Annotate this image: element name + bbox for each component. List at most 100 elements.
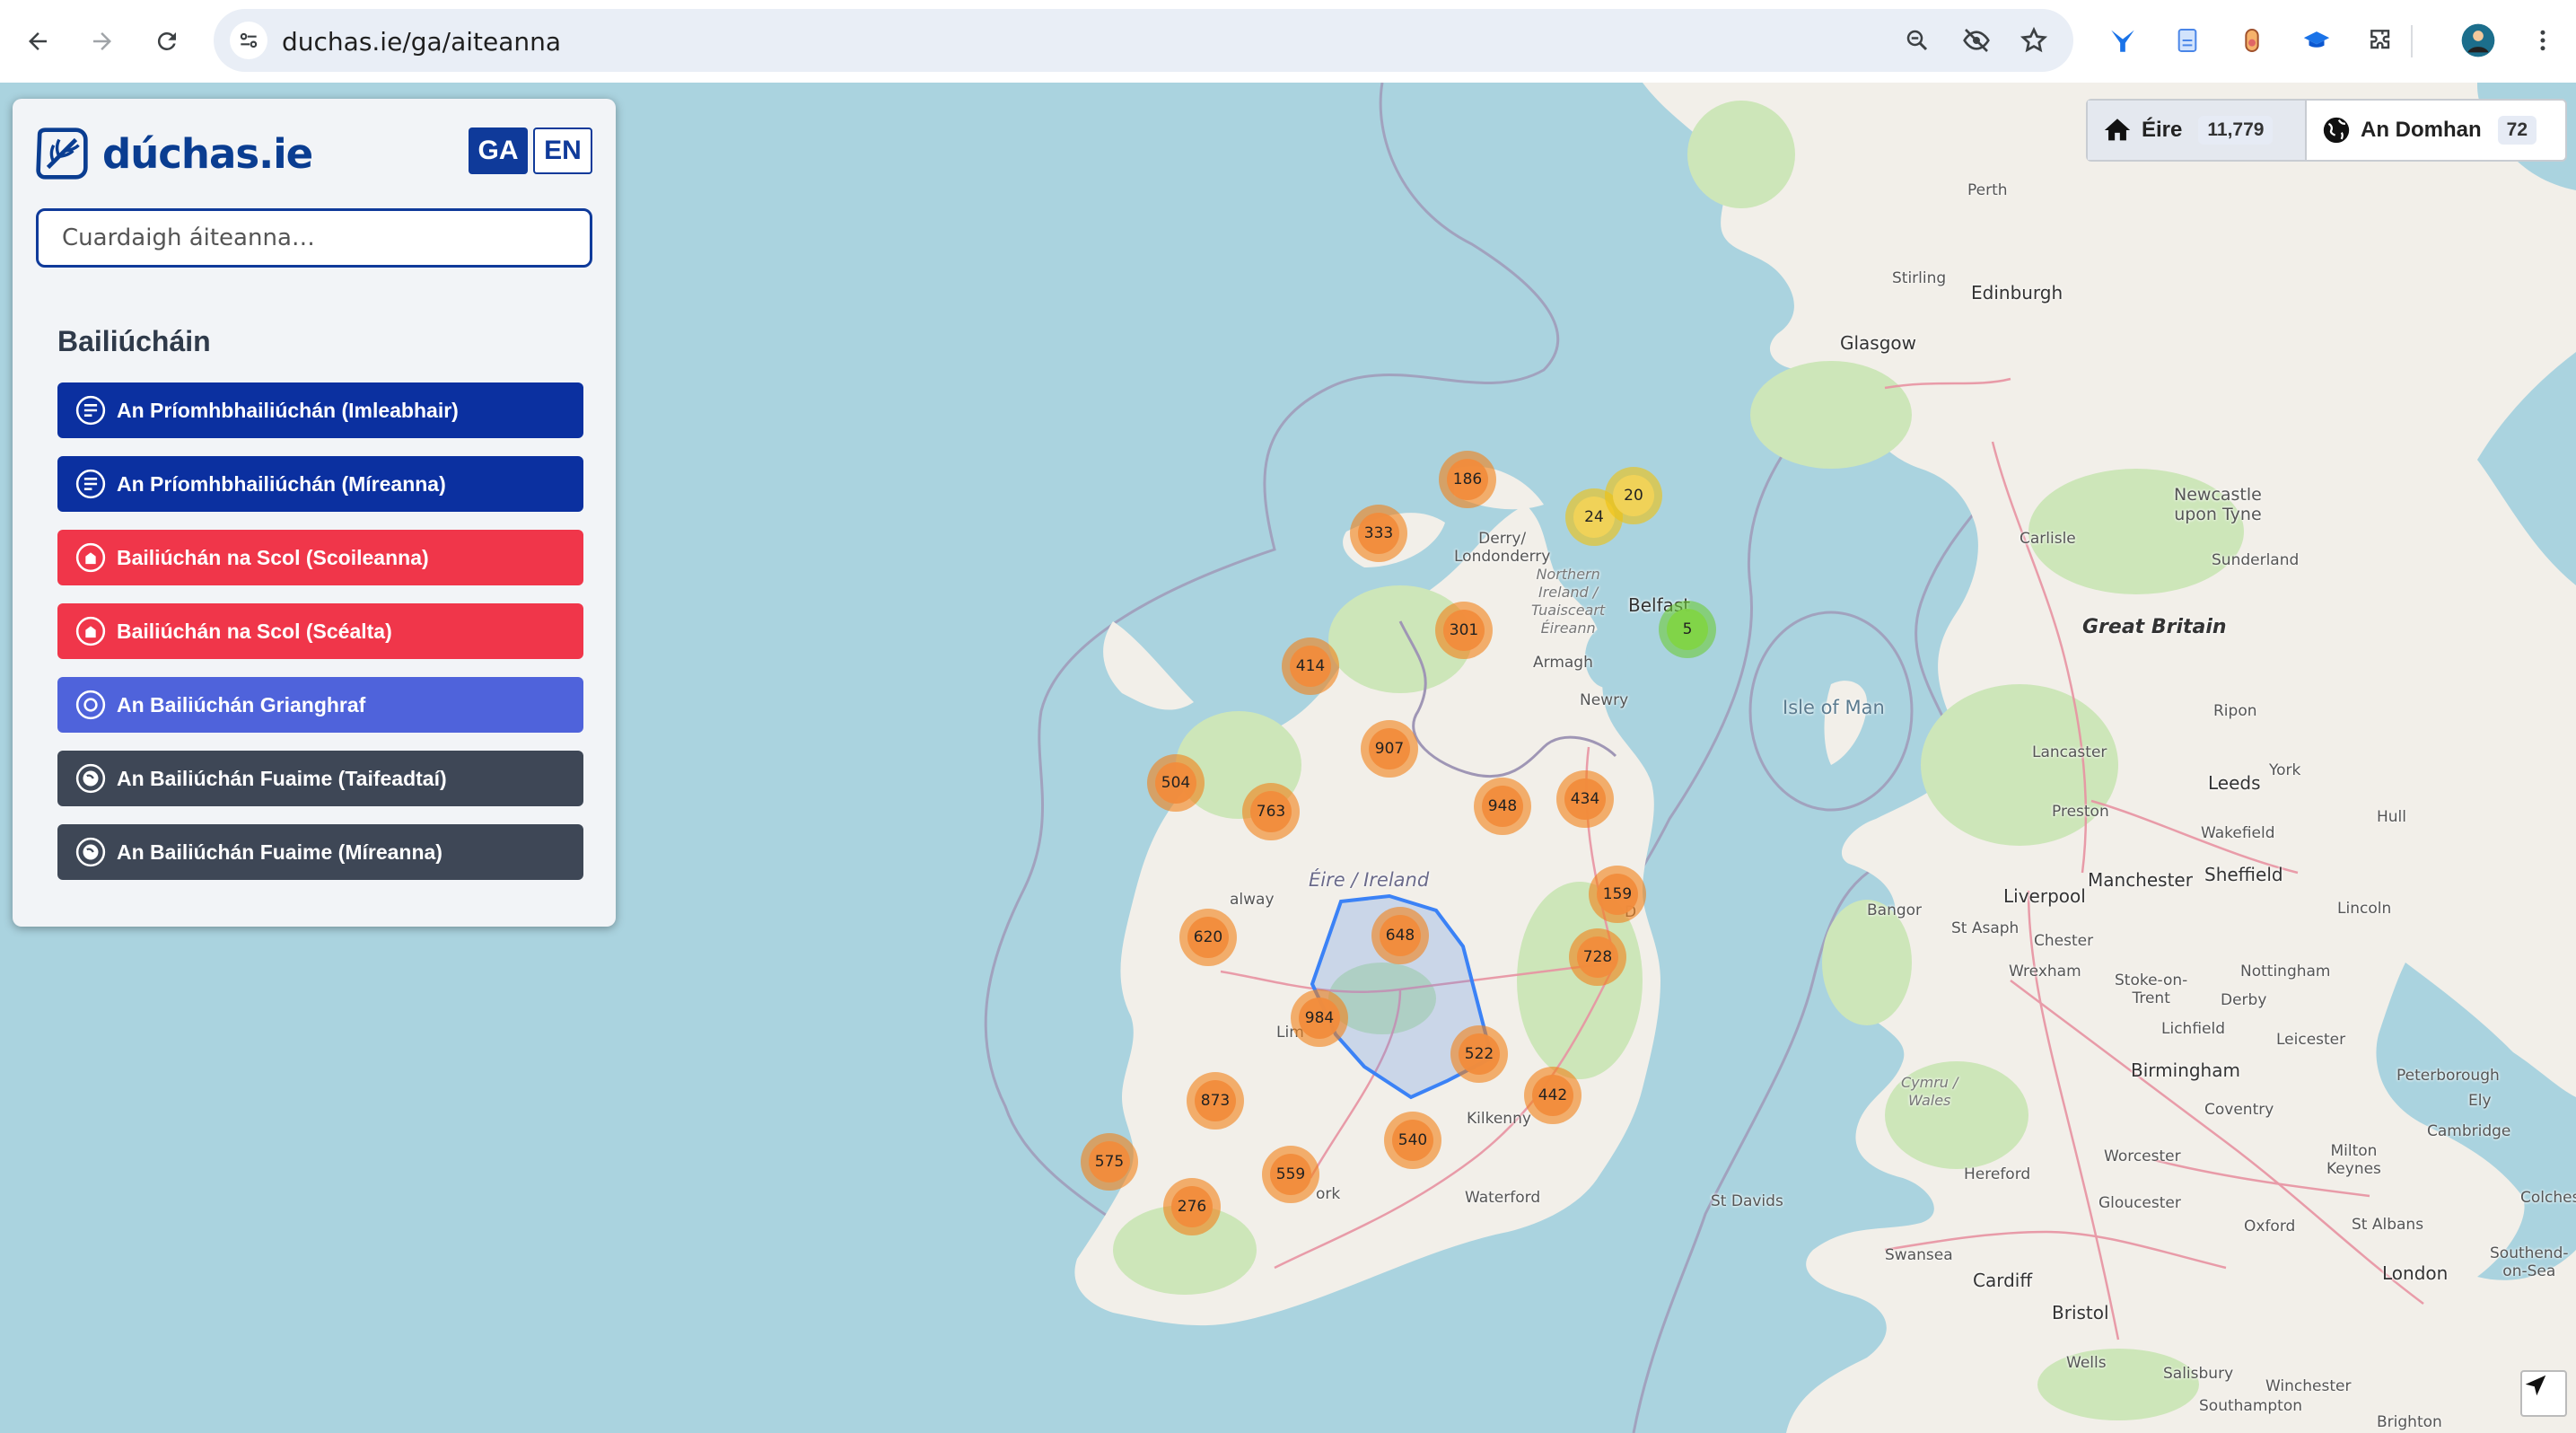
- collection-button-main-items[interactable]: An Príomhbhailiúchán (Míreanna): [57, 456, 583, 512]
- collection-label: An Bailiúchán Fuaime (Míreanna): [117, 840, 442, 864]
- reload-icon[interactable]: [145, 20, 188, 63]
- profile-avatar[interactable]: [2458, 20, 2499, 61]
- collection-label: Bailiúchán na Scol (Scéalta): [117, 619, 392, 643]
- place-label: Colchester: [2520, 1189, 2576, 1207]
- cluster-marker[interactable]: 948: [1474, 778, 1531, 835]
- cluster-count: 907: [1369, 728, 1410, 769]
- tab-eire-count: 11,779: [2198, 116, 2274, 145]
- tab-eire[interactable]: Éire 11,779: [2088, 101, 2307, 160]
- audio-globe-icon: [75, 763, 106, 794]
- place-label: Preston: [2052, 803, 2109, 821]
- extension-flask-icon[interactable]: [2231, 20, 2273, 61]
- place-label: Isle of Man: [1783, 697, 1885, 718]
- more-vert-icon[interactable]: [2522, 20, 2563, 61]
- place-label: London: [2382, 1262, 2449, 1284]
- cluster-marker[interactable]: 504: [1147, 754, 1205, 812]
- cluster-count: 648: [1380, 915, 1421, 956]
- collection-button-audio-recordings[interactable]: An Bailiúchán Fuaime (Taifeadtaí): [57, 751, 583, 806]
- locate-me-button[interactable]: [2520, 1370, 2567, 1417]
- place-label: Ely: [2468, 1092, 2492, 1110]
- place-label: Leeds: [2208, 772, 2261, 794]
- cluster-marker[interactable]: 540: [1384, 1112, 1441, 1169]
- cluster-count: 159: [1597, 874, 1638, 915]
- place-label: Winchester: [2265, 1377, 2352, 1395]
- cluster-count: 186: [1447, 459, 1488, 500]
- search-input[interactable]: [36, 208, 592, 268]
- cluster-marker[interactable]: 434: [1556, 770, 1614, 828]
- place-label: Hull: [2377, 808, 2407, 826]
- cluster-marker[interactable]: 414: [1282, 637, 1339, 695]
- cluster-count: 540: [1392, 1120, 1433, 1161]
- cluster-count: 575: [1089, 1141, 1130, 1182]
- section-title: Bailiúcháin: [57, 325, 211, 357]
- cluster-marker[interactable]: 5: [1659, 601, 1716, 658]
- collection-button-audio-items[interactable]: An Bailiúchán Fuaime (Míreanna): [57, 824, 583, 880]
- place-label: Manchester: [2088, 869, 2193, 891]
- site-settings-icon[interactable]: [230, 22, 267, 59]
- cluster-marker[interactable]: 276: [1163, 1178, 1221, 1235]
- cluster-marker[interactable]: 873: [1187, 1072, 1244, 1130]
- cluster-marker[interactable]: 559: [1262, 1146, 1319, 1203]
- lang-ga-button[interactable]: GA: [469, 127, 528, 174]
- forward-arrow-icon[interactable]: [81, 20, 124, 63]
- back-arrow-icon[interactable]: [16, 20, 59, 63]
- collection-button-main-volumes[interactable]: An Príomhbhailiúchán (Imleabhair): [57, 382, 583, 438]
- cluster-marker[interactable]: 20: [1605, 467, 1662, 524]
- cluster-marker[interactable]: 620: [1179, 909, 1237, 966]
- eye-off-icon[interactable]: [1957, 21, 1996, 60]
- toolbar-divider: [2411, 25, 2413, 57]
- url-text: duchas.ie/ga/aiteanna: [282, 27, 562, 57]
- audio-globe-icon: [75, 837, 106, 867]
- extension-y-icon[interactable]: [2102, 20, 2143, 61]
- cluster-count: 728: [1577, 936, 1618, 978]
- collection-button-photographs[interactable]: An Bailiúchán Grianghraf: [57, 677, 583, 733]
- cluster-marker[interactable]: 984: [1291, 989, 1348, 1047]
- place-label: Stoke-on- Trent: [2115, 971, 2188, 1007]
- cluster-marker[interactable]: 301: [1435, 602, 1493, 659]
- collection-label: An Bailiúchán Fuaime (Taifeadtaí): [117, 766, 447, 790]
- tab-world[interactable]: An Domhan 72: [2307, 101, 2565, 160]
- cluster-marker[interactable]: 648: [1371, 907, 1429, 964]
- cluster-count: 414: [1290, 646, 1331, 687]
- cluster-marker[interactable]: 333: [1350, 505, 1407, 562]
- address-bar[interactable]: duchas.ie/ga/aiteanna: [214, 9, 2073, 72]
- document-lines-icon: [75, 469, 106, 499]
- puzzle-icon[interactable]: [2361, 20, 2402, 61]
- place-label: Bristol: [2052, 1302, 2109, 1323]
- document-lines-icon: [75, 395, 106, 426]
- place-label: Sunderland: [2212, 551, 2300, 569]
- zoom-icon[interactable]: [1897, 21, 1937, 60]
- place-label: Brighton: [2377, 1413, 2442, 1431]
- collection-button-school-stories[interactable]: Bailiúchán na Scol (Scéalta): [57, 603, 583, 659]
- star-icon[interactable]: [2014, 21, 2054, 60]
- cluster-marker[interactable]: 728: [1569, 928, 1626, 986]
- place-label: Nottingham: [2240, 963, 2331, 980]
- place-label: Sheffield: [2204, 864, 2283, 885]
- place-label: York: [2269, 761, 2301, 779]
- place-label: St Albans: [2352, 1216, 2424, 1234]
- extension-cap-icon[interactable]: [2296, 20, 2337, 61]
- brand-name: dúchas.ie: [102, 129, 313, 178]
- cluster-marker[interactable]: 575: [1081, 1133, 1138, 1191]
- place-label: ork: [1316, 1185, 1341, 1203]
- extension-doc-icon[interactable]: [2167, 20, 2208, 61]
- place-label: Wells: [2066, 1354, 2107, 1372]
- cluster-marker[interactable]: 763: [1242, 783, 1300, 840]
- place-label: Coventry: [2204, 1101, 2274, 1119]
- collection-button-schools[interactable]: Bailiúchán na Scol (Scoileanna): [57, 530, 583, 585]
- place-label: Chester: [2034, 932, 2094, 950]
- place-label: Southampton: [2199, 1397, 2303, 1415]
- place-label: Oxford: [2244, 1218, 2296, 1235]
- place-label: Milton Keynes: [2326, 1142, 2381, 1178]
- cluster-marker[interactable]: 186: [1439, 451, 1496, 508]
- place-label: Kilkenny: [1467, 1110, 1531, 1128]
- lang-en-button[interactable]: EN: [533, 127, 592, 174]
- cluster-marker[interactable]: 907: [1361, 720, 1418, 778]
- place-label: Hereford: [1964, 1165, 2031, 1183]
- cluster-marker[interactable]: 159: [1589, 866, 1646, 923]
- collection-label: An Príomhbhailiúchán (Míreanna): [117, 471, 446, 496]
- camera-lens-icon: [75, 690, 106, 720]
- cluster-marker[interactable]: 442: [1524, 1067, 1582, 1124]
- brand-logo[interactable]: dúchas.ie: [34, 126, 313, 181]
- cluster-marker[interactable]: 522: [1450, 1025, 1508, 1083]
